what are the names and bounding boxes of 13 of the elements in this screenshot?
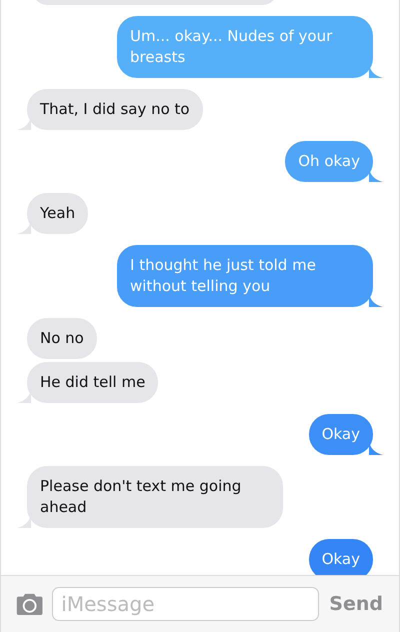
message-bubble: Please don't text me going ahead (27, 466, 283, 528)
message-bubble: I thought he just told me without telling you (117, 245, 373, 307)
message-bubble: No no (27, 318, 97, 359)
message-bubble: He did tell me (27, 362, 158, 403)
send-button[interactable]: Send (327, 593, 385, 615)
message-bubble: That, I did say no to (27, 89, 203, 130)
message-bubble: Yeah (27, 193, 88, 234)
message-bubble: Um... okay... Nudes of your breasts (117, 16, 373, 78)
message-bubble: Okay (308, 539, 373, 575)
camera-icon[interactable] (15, 591, 44, 617)
message-field[interactable]: iMessage (52, 587, 320, 621)
message-bubble: Okay (308, 414, 373, 455)
message-bubble: Oh okay (285, 141, 373, 182)
